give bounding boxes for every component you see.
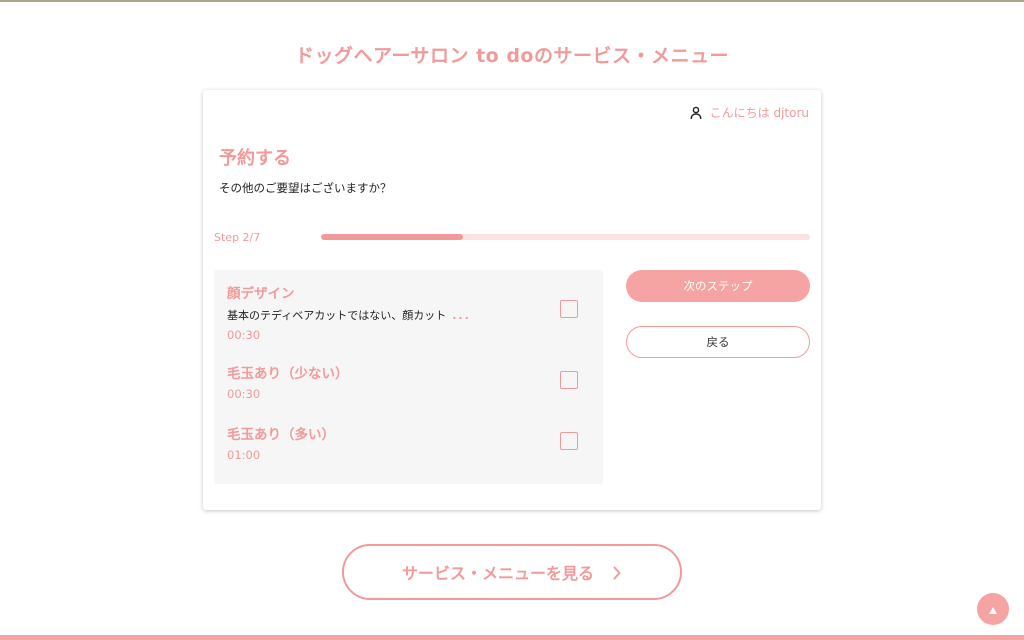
service-menu-link[interactable]: サービス・メニューを見る: [342, 544, 682, 600]
back-button[interactable]: 戻る: [626, 326, 810, 358]
option-item: 毛玉あり（多い） 01:00: [227, 423, 590, 462]
service-menu-link-label: サービス・メニューを見る: [401, 564, 594, 583]
option-duration: 00:30: [227, 328, 261, 342]
option-duration: 00:30: [227, 387, 261, 401]
booking-card: こんにちは djtoru 予約する その他のご要望はございますか？ Step 2…: [203, 90, 821, 510]
option-checkbox[interactable]: [560, 371, 578, 389]
option-name: 毛玉あり（少ない）: [227, 366, 349, 382]
section-title: 予約する: [219, 148, 291, 169]
option-duration: 01:00: [227, 448, 261, 462]
option-checkbox[interactable]: [560, 432, 578, 450]
option-name: 顔デザイン: [227, 286, 295, 302]
top-border: [0, 0, 1024, 2]
option-description: 基本のテディベアカットではない、顔カット...: [227, 307, 590, 323]
arrow-up-icon: [988, 600, 998, 619]
greeting-text: こんにちは djtoru: [709, 106, 809, 120]
step-label: Step 2/7: [214, 231, 261, 244]
question-text: その他のご要望はございますか？: [219, 181, 392, 195]
progress-bar: [321, 234, 810, 240]
option-description-text: 基本のテディベアカットではない、顔カット: [227, 309, 447, 322]
option-name: 毛玉あり（多い）: [227, 427, 335, 443]
options-panel: 顔デザイン 基本のテディベアカットではない、顔カット... 00:30 毛玉あり…: [214, 270, 603, 484]
next-step-button[interactable]: 次のステップ: [626, 270, 810, 302]
user-greeting[interactable]: こんにちは djtoru: [690, 104, 809, 121]
user-icon: [690, 106, 702, 120]
progress-fill: [321, 234, 463, 240]
page-title: ドッグヘアーサロン to doのサービス・メニュー: [294, 45, 729, 67]
option-item: 顔デザイン 基本のテディベアカットではない、顔カット... 00:30: [227, 282, 590, 342]
option-checkbox[interactable]: [560, 300, 578, 318]
chevron-right-icon: [612, 565, 622, 580]
scroll-to-top-button[interactable]: [977, 593, 1009, 625]
bottom-border: [0, 635, 1024, 640]
more-link[interactable]: ...: [452, 309, 471, 322]
option-item: 毛玉あり（少ない） 00:30: [227, 362, 590, 401]
